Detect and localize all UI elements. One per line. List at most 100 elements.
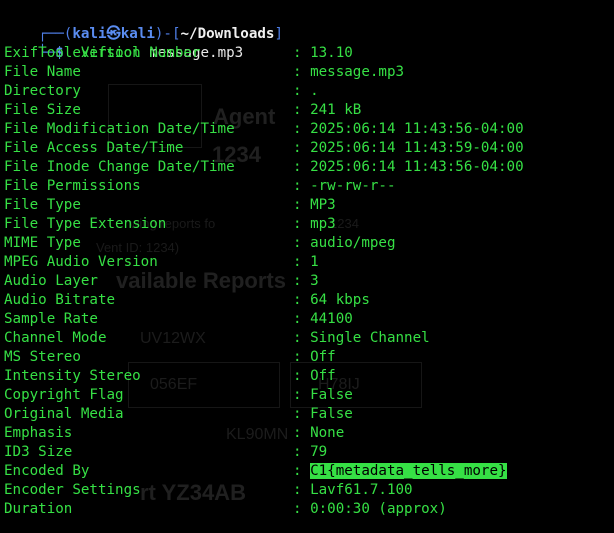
field-separator: :	[293, 349, 302, 365]
field-key: MIME Type	[4, 235, 81, 251]
field-key: ID3 Size	[4, 444, 73, 460]
field-separator: :	[293, 216, 302, 232]
field-value: None	[310, 425, 345, 441]
field-value: audio/mpeg	[310, 235, 396, 251]
output-row: ExifTool Version Number: 13.10	[4, 44, 353, 63]
field-value: message.mp3	[310, 64, 405, 80]
field-value: 2025:06:14 11:43:56-04:00	[310, 159, 524, 175]
output-row: Directory: .	[4, 82, 319, 101]
field-separator: :	[293, 406, 302, 422]
field-separator: :	[293, 45, 302, 61]
field-separator: :	[293, 330, 302, 346]
field-value: False	[310, 406, 353, 422]
field-key: File Name	[4, 64, 81, 80]
field-key: Emphasis	[4, 425, 73, 441]
field-separator: :	[293, 482, 302, 498]
output-row: Emphasis: None	[4, 424, 344, 443]
output-row: Duration: 0:00:30 (approx)	[4, 500, 447, 519]
field-key: File Modification Date/Time	[4, 121, 235, 137]
field-key: Intensity Stereo	[4, 368, 141, 384]
output-row: MS Stereo: Off	[4, 348, 336, 367]
field-separator: :	[293, 444, 302, 460]
output-row: File Permissions: -rw-rw-r--	[4, 177, 396, 196]
field-separator: :	[293, 463, 302, 479]
field-key: Encoder Settings	[4, 482, 141, 498]
field-key: MPEG Audio Version	[4, 254, 158, 270]
field-separator: :	[293, 311, 302, 327]
field-value: 13.10	[310, 45, 353, 61]
field-separator: :	[293, 254, 302, 270]
prompt-bracket-close: ]	[274, 26, 284, 42]
output-row: Audio Layer: 3	[4, 272, 319, 291]
field-value: 3	[310, 273, 319, 289]
field-separator: :	[293, 83, 302, 99]
field-value: 1	[310, 254, 319, 270]
output-row: MIME Type: audio/mpeg	[4, 234, 396, 253]
output-row: Audio Bitrate: 64 kbps	[4, 291, 370, 310]
output-row: Encoded By: C1{metadata_tells_more}	[4, 462, 507, 481]
field-value-highlighted: C1{metadata_tells_more}	[310, 463, 507, 479]
field-key: Original Media	[4, 406, 124, 422]
field-value: MP3	[310, 197, 336, 213]
output-row: Encoder Settings: Lavf61.7.100	[4, 481, 413, 500]
output-row: Sample Rate: 44100	[4, 310, 353, 329]
field-key: File Access Date/Time	[4, 140, 184, 156]
field-separator: :	[293, 159, 302, 175]
field-separator: :	[293, 197, 302, 213]
field-key: MS Stereo	[4, 349, 81, 365]
output-row: File Type Extension: mp3	[4, 215, 336, 234]
field-key: ExifTool Version Number	[4, 45, 201, 61]
field-value: 79	[310, 444, 328, 460]
field-value: 44100	[310, 311, 353, 327]
field-key: File Permissions	[4, 178, 141, 194]
field-value: Single Channel	[310, 330, 430, 346]
field-key: Directory	[4, 83, 81, 99]
output-row: File Modification Date/Time: 2025:06:14 …	[4, 120, 524, 139]
field-value: Off	[310, 368, 336, 384]
field-separator: :	[293, 235, 302, 251]
field-value: -rw-rw-r--	[310, 178, 396, 194]
field-value: mp3	[310, 216, 336, 232]
field-key: File Size	[4, 102, 81, 118]
field-value: 64 kbps	[310, 292, 370, 308]
output-row: Original Media: False	[4, 405, 353, 424]
output-row: File Access Date/Time: 2025:06:14 11:43:…	[4, 139, 524, 158]
field-separator: :	[293, 425, 302, 441]
field-separator: :	[293, 292, 302, 308]
field-key: Audio Bitrate	[4, 292, 116, 308]
output-row: File Type: MP3	[4, 196, 336, 215]
output-row: MPEG Audio Version: 1	[4, 253, 319, 272]
field-key: Audio Layer	[4, 273, 98, 289]
field-value: .	[310, 83, 319, 99]
field-value: False	[310, 387, 353, 403]
field-key: File Inode Change Date/Time	[4, 159, 235, 175]
field-separator: :	[293, 387, 302, 403]
output-row: Channel Mode: Single Channel	[4, 329, 430, 348]
command-line[interactable]: └─$ exiftool message.mp3	[4, 25, 243, 61]
terminal-window[interactable]: Agent 1234 wing reports fo 1234 Vent ID:…	[0, 0, 614, 533]
field-separator: :	[293, 273, 302, 289]
field-separator: :	[293, 121, 302, 137]
output-row: Intensity Stereo: Off	[4, 367, 336, 386]
field-key: Encoded By	[4, 463, 90, 479]
field-key: File Type	[4, 197, 81, 213]
field-key: Channel Mode	[4, 330, 107, 346]
field-key: Sample Rate	[4, 311, 98, 327]
field-separator: :	[293, 501, 302, 517]
field-key: Duration	[4, 501, 73, 517]
field-key: Copyright Flag	[4, 387, 124, 403]
output-row: ID3 Size: 79	[4, 443, 327, 462]
field-value: Off	[310, 349, 336, 365]
field-value: 0:00:30 (approx)	[310, 501, 447, 517]
prompt-header: ┌──(kali㉿kali)-[~/Downloads]	[4, 6, 283, 42]
field-value: 241 kB	[310, 102, 362, 118]
field-value: 2025:06:14 11:43:59-04:00	[310, 140, 524, 156]
field-value: Lavf61.7.100	[310, 482, 413, 498]
output-row: File Size: 241 kB	[4, 101, 361, 120]
field-separator: :	[293, 368, 302, 384]
output-row: File Inode Change Date/Time: 2025:06:14 …	[4, 158, 524, 177]
field-value: 2025:06:14 11:43:56-04:00	[310, 121, 524, 137]
output-row: File Name: message.mp3	[4, 63, 404, 82]
field-separator: :	[293, 102, 302, 118]
field-separator: :	[293, 178, 302, 194]
